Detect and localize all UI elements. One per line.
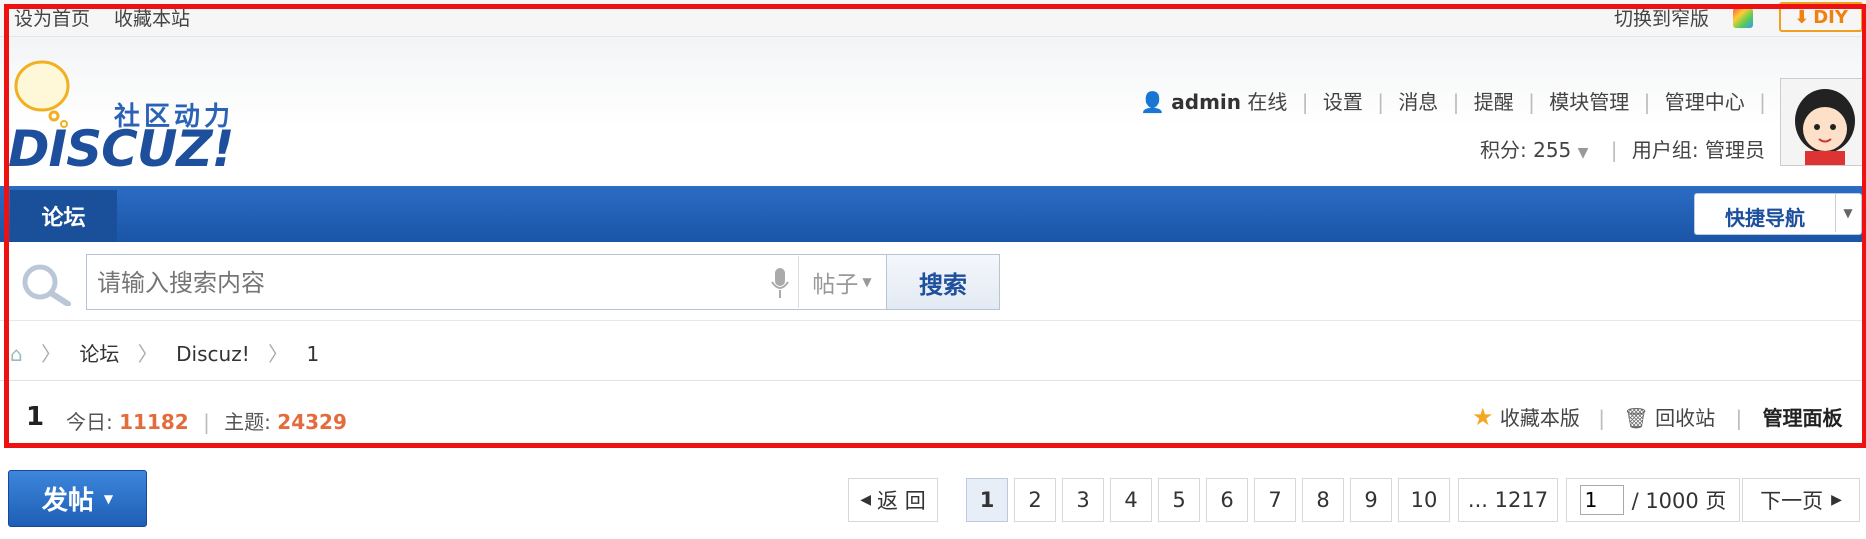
page-total: / 1000 页 xyxy=(1631,489,1727,513)
last-page[interactable]: ... 1217 xyxy=(1458,478,1558,522)
new-post-button[interactable]: 发帖 ▼ xyxy=(8,470,147,527)
back-button[interactable]: ◀ 返 回 xyxy=(848,478,938,522)
page-5[interactable]: 5 xyxy=(1158,478,1200,522)
page-2[interactable]: 2 xyxy=(1014,478,1056,522)
next-page-button[interactable]: 下一页 ▶ xyxy=(1742,478,1860,522)
page-9[interactable]: 9 xyxy=(1350,478,1392,522)
page-3[interactable]: 3 xyxy=(1062,478,1104,522)
caret-left-icon: ◀ xyxy=(860,492,872,508)
page-7[interactable]: 7 xyxy=(1254,478,1296,522)
caret-right-icon: ▶ xyxy=(1831,492,1842,508)
highlight-frame xyxy=(4,4,1866,448)
page-jump: / 1000 页 xyxy=(1566,478,1740,522)
next-label: 下一页 xyxy=(1760,489,1824,513)
page-6[interactable]: 6 xyxy=(1206,478,1248,522)
page-jump-input[interactable] xyxy=(1579,485,1624,515)
caret-down-icon[interactable]: ▼ xyxy=(104,492,113,506)
page-1[interactable]: 1 xyxy=(966,478,1008,522)
page-4[interactable]: 4 xyxy=(1110,478,1152,522)
new-post-label: 发帖 xyxy=(41,486,94,516)
back-label: 返 回 xyxy=(877,489,926,513)
page-8[interactable]: 8 xyxy=(1302,478,1344,522)
page-10[interactable]: 10 xyxy=(1398,478,1450,522)
